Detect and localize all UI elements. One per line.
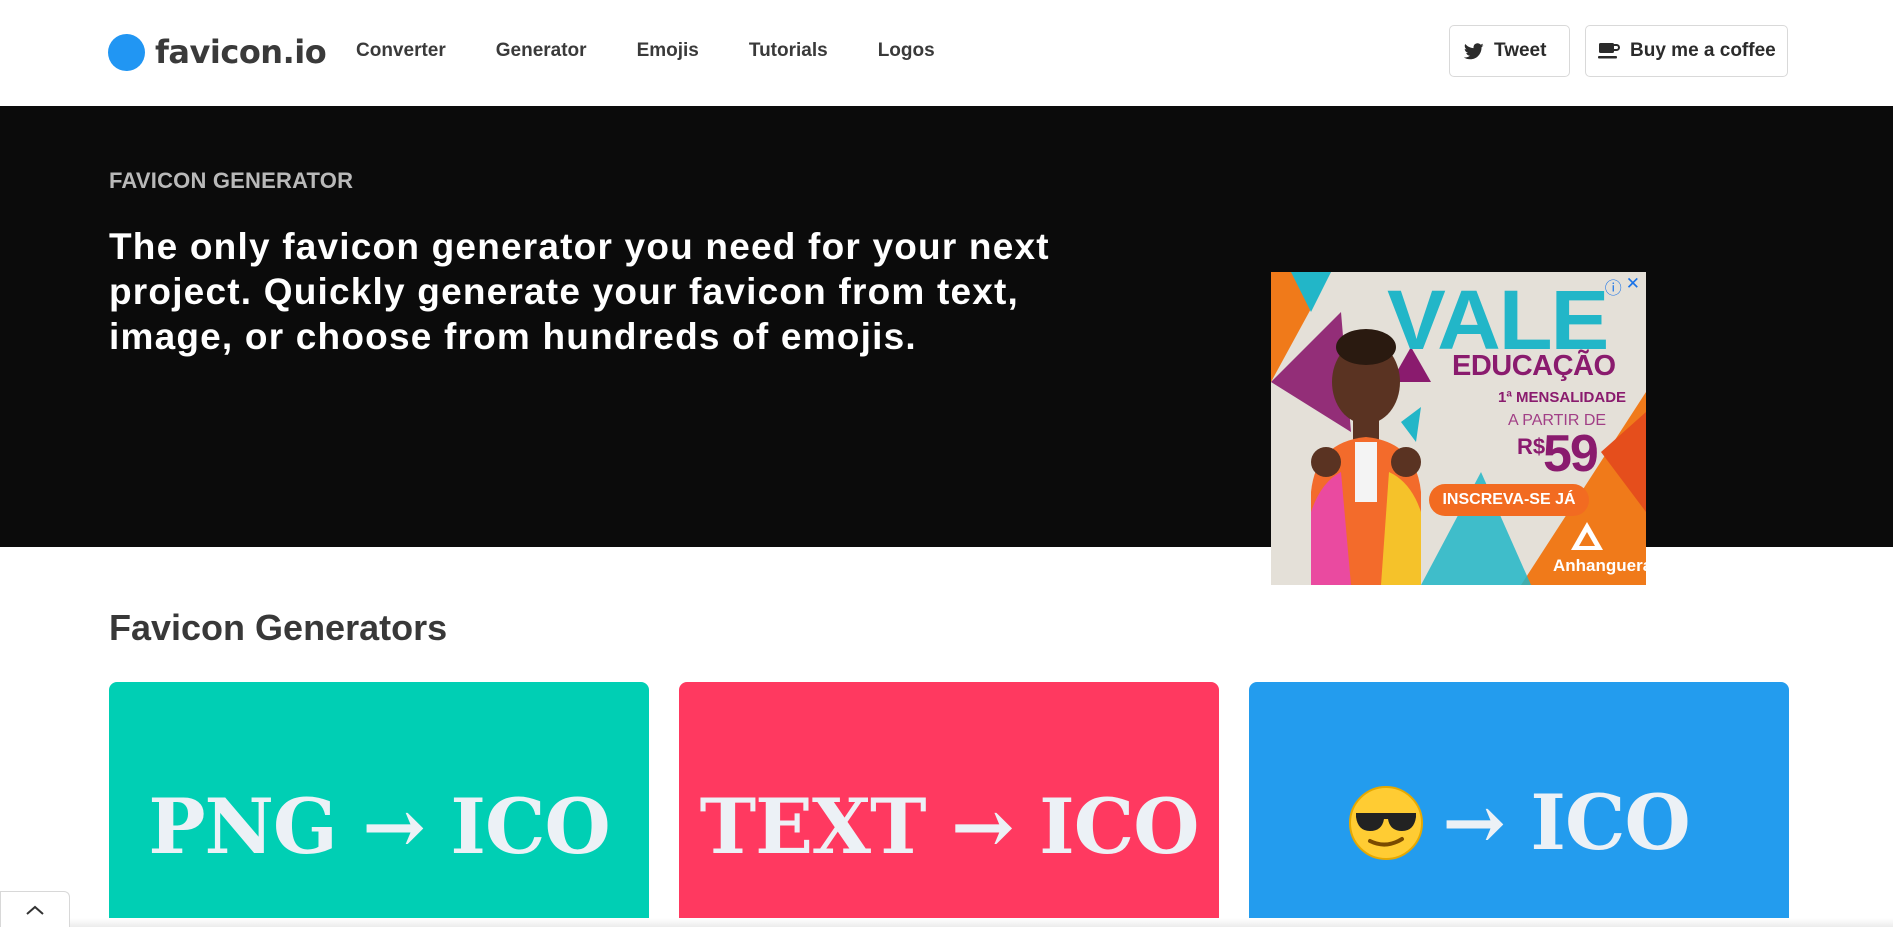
sunglasses-emoji-icon [1349,785,1424,860]
hero-kicker: FAVICON GENERATOR [109,168,354,193]
hero-banner: FAVICON GENERATOR The only favicon gener… [0,106,1893,585]
hero-description: The only favicon generator you need for … [109,226,1050,357]
nav-converter[interactable]: Converter [356,38,446,64]
ad-cta-button[interactable]: INSCREVA-SE JÁ [1429,484,1589,516]
tweet-button[interactable]: Tweet [1449,25,1570,77]
ad-close-icon[interactable]: ✕ [1626,274,1640,299]
ad-brand: Anhanguera [1553,556,1646,575]
png-to-ico-card[interactable]: PNG → ICO [109,682,649,927]
nav-logos[interactable]: Logos [878,38,935,64]
logo-text: favicon.io [155,33,327,71]
site-header: favicon.io Converter Generator Emojis Tu… [0,0,1893,106]
scroll-up-tab[interactable] [0,891,70,927]
bottom-edge [70,918,1893,927]
coffee-label: Buy me a coffee [1630,40,1776,61]
ad-line-1: 1ª MENSALIDADE [1498,389,1627,406]
logo-link[interactable]: favicon.io [108,32,327,72]
text-to-ico-card[interactable]: TEXT → ICO [679,682,1219,927]
twitter-bird-icon [1464,42,1484,59]
card-label: → ICO [1249,778,1789,867]
ad-currency: R$ [1517,434,1546,459]
nav-tutorials[interactable]: Tutorials [749,38,828,64]
main-nav: Converter Generator Emojis Tutorials Log… [356,38,985,64]
ad-subtitle: EDUCAÇÃO [1452,350,1616,382]
card-label: PNG → ICO [148,782,610,871]
ad-price: 59 [1543,425,1599,483]
ad-info-icon[interactable]: ⓘ [1605,274,1622,299]
nav-emojis[interactable]: Emojis [637,38,699,64]
advertisement[interactable]: ⓘ ✕ VALE EDUCAÇÃO 1ª MENSALIDADE A PARTI… [1271,272,1646,585]
nav-generator[interactable]: Generator [496,38,587,64]
ad-controls: ⓘ ✕ [1605,274,1640,299]
card-label: TEXT → ICO [699,782,1200,871]
emoji-to-ico-card[interactable]: → ICO [1249,682,1789,927]
section-title: Favicon Generators [109,607,448,648]
buy-coffee-button[interactable]: Buy me a coffee [1585,25,1788,77]
tweet-label: Tweet [1494,40,1547,61]
chevron-up-icon [26,905,44,915]
coffee-cup-icon [1598,43,1620,59]
logo-dot-icon [108,33,145,71]
card-label-text: → ICO [1442,778,1690,867]
